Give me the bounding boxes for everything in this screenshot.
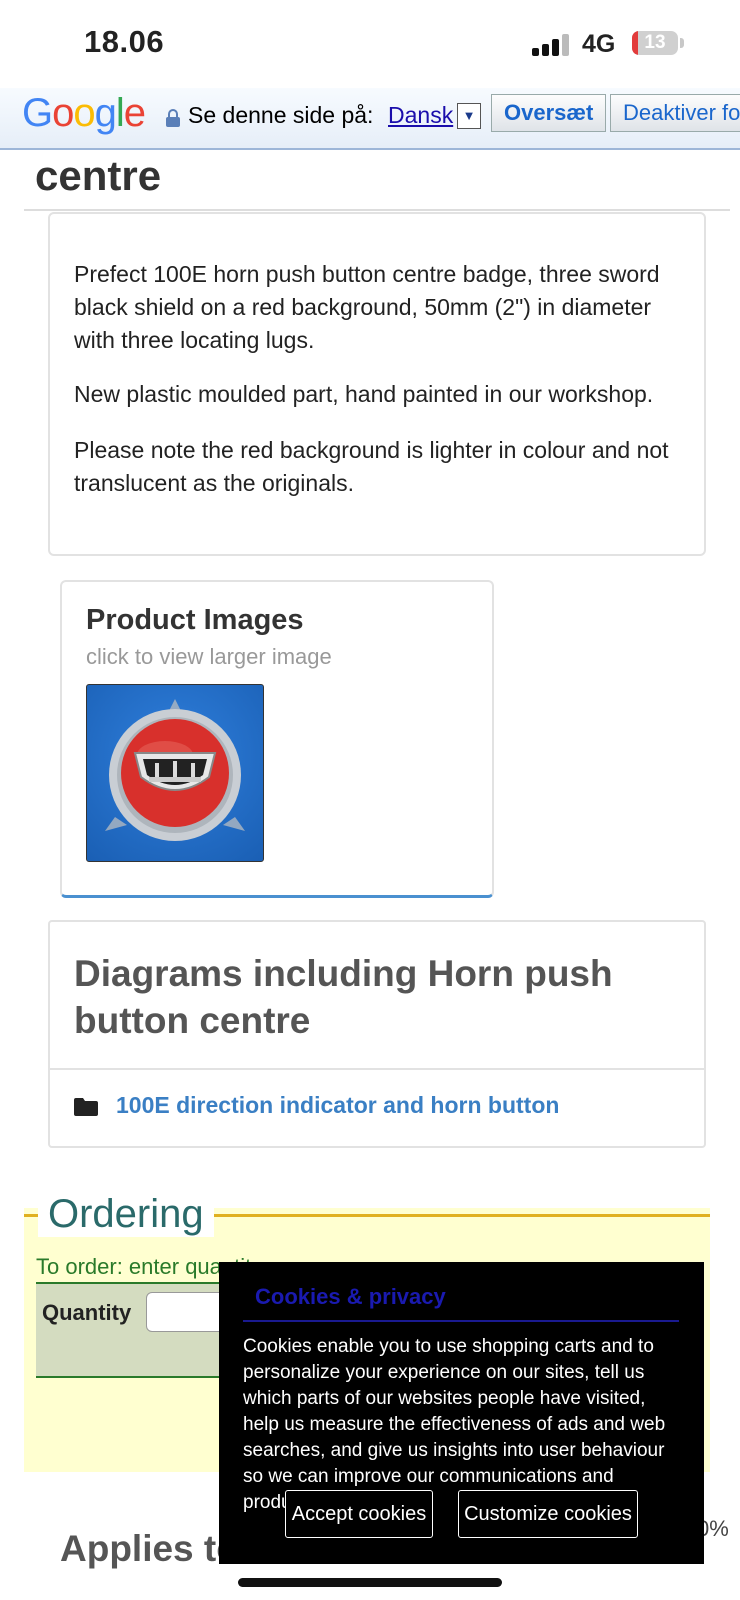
- diagrams-panel: Diagrams including Horn push button cent…: [48, 920, 706, 1148]
- diagrams-title: Diagrams including Horn push button cent…: [74, 953, 613, 1041]
- customize-cookies-button[interactable]: Customize cookies: [458, 1490, 638, 1538]
- product-images-panel: Product Images click to view larger imag…: [60, 580, 494, 898]
- status-bar: 18.06 4G 13: [0, 0, 740, 88]
- description-paragraph-3: Please note the red background is lighte…: [74, 437, 669, 496]
- cookie-consent-modal: Cookies & privacy Cookies enable you to …: [219, 1262, 704, 1564]
- lock-icon: [166, 109, 180, 127]
- disable-translate-button[interactable]: Deaktiver fo: [610, 94, 740, 132]
- product-images-title: Product Images: [86, 604, 304, 636]
- signal-icon: [532, 34, 572, 56]
- cookie-title: Cookies & privacy: [255, 1284, 446, 1309]
- status-time: 18.06: [84, 24, 165, 59]
- accept-cookies-button[interactable]: Accept cookies: [285, 1490, 433, 1538]
- network-type: 4G: [582, 30, 616, 58]
- description-paragraph-1: Prefect 100E horn push button centre bad…: [74, 261, 660, 353]
- language-link[interactable]: Dansk: [388, 102, 453, 129]
- description-paragraph-2: New plastic moulded part, hand painted i…: [74, 381, 654, 407]
- cookie-divider: [243, 1320, 679, 1322]
- translate-button[interactable]: Oversæt: [491, 94, 607, 132]
- product-images-subtitle: click to view larger image: [86, 644, 332, 669]
- quantity-label: Quantity: [42, 1300, 132, 1325]
- diagram-link[interactable]: 100E direction indicator and horn button: [116, 1092, 559, 1119]
- diagrams-divider: [50, 1068, 704, 1070]
- battery-icon: 13: [632, 31, 678, 55]
- title-divider: [24, 209, 730, 211]
- battery-level: 13: [644, 32, 666, 53]
- home-indicator[interactable]: [238, 1578, 502, 1587]
- page-title: centre: [35, 152, 162, 199]
- google-translate-bar: Google Se denne side på: Dansk ▼ Oversæt…: [0, 88, 740, 150]
- chevron-down-icon[interactable]: ▼: [457, 103, 481, 129]
- cookie-text: Cookies enable you to use shopping carts…: [243, 1336, 666, 1513]
- applies-to-heading: Applies to: [60, 1528, 239, 1569]
- ordering-title: Ordering: [38, 1192, 214, 1237]
- horn-badge-image: [105, 699, 245, 841]
- folder-icon: [74, 1098, 98, 1116]
- quantity-panel: Quantity: [36, 1284, 256, 1378]
- product-description: Prefect 100E horn push button centre bad…: [48, 212, 706, 556]
- battery-tip: [680, 38, 684, 48]
- translate-prompt: Se denne side på:: [188, 102, 374, 128]
- product-thumbnail[interactable]: [86, 684, 264, 862]
- google-logo: Google: [22, 91, 146, 135]
